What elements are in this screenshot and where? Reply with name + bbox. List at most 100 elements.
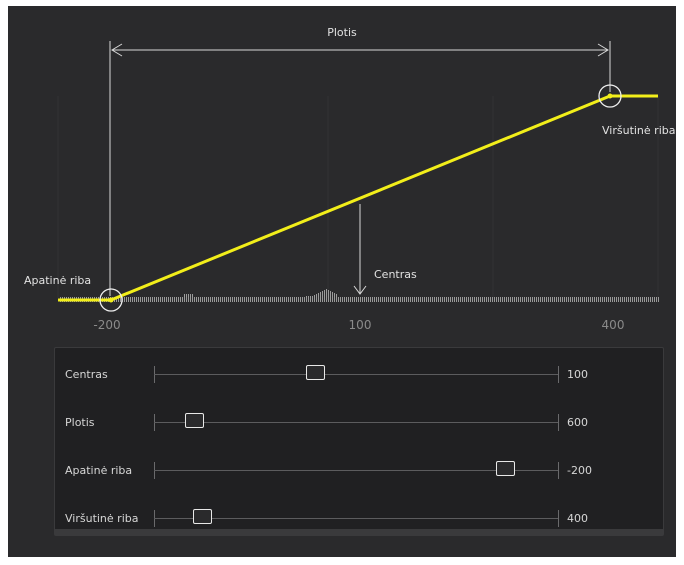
histogram-bar (148, 297, 149, 302)
histogram-bar (128, 297, 129, 302)
histogram-bar (178, 297, 179, 302)
width-slider-track[interactable] (154, 422, 558, 423)
histogram-bar (572, 297, 573, 302)
histogram-bar (638, 297, 639, 302)
histogram-bar (210, 297, 211, 302)
histogram-bar (636, 297, 637, 302)
histogram-bar (622, 297, 623, 302)
histogram-bar (406, 297, 407, 302)
histogram-bar (468, 297, 469, 302)
histogram-bar (392, 297, 393, 302)
histogram-bar (534, 297, 535, 302)
histogram-bar (462, 297, 463, 302)
histogram-bar (158, 297, 159, 302)
histogram-bar (464, 297, 465, 302)
histogram-bar (336, 294, 337, 302)
histogram-bar (182, 297, 183, 302)
histogram-bar (172, 297, 173, 302)
histogram-bar (224, 297, 225, 302)
center-slider-track[interactable] (154, 374, 558, 375)
histogram-bar (354, 297, 355, 302)
histogram-bar (416, 297, 417, 302)
histogram-bar (386, 297, 387, 302)
histogram-bar (200, 297, 201, 302)
histogram-bar (350, 297, 351, 302)
histogram-bar (472, 297, 473, 302)
histogram-bar (194, 297, 195, 302)
histogram-bar (282, 297, 283, 302)
histogram-bar (280, 297, 281, 302)
histogram-bar (444, 297, 445, 302)
histogram-bar (606, 297, 607, 302)
histogram-bar (374, 297, 375, 302)
histogram-bar (390, 297, 391, 302)
histogram-bar (432, 297, 433, 302)
slider-row-lower-bound: Apatinė riba -200 (55, 456, 663, 486)
center-slider-thumb[interactable] (306, 365, 326, 380)
histogram-bar (328, 290, 329, 302)
histogram-bar (482, 297, 483, 302)
histogram-bar (560, 297, 561, 302)
histogram-bar (436, 297, 437, 302)
histogram-bar (528, 297, 529, 302)
controls-panel: Centras 100 Plotis 600 Apatinė riba -200… (54, 347, 664, 536)
width-slider-thumb[interactable] (184, 413, 204, 428)
histogram-bar (568, 297, 569, 302)
histogram-bar (226, 297, 227, 302)
histogram-bar (532, 297, 533, 302)
histogram-bar (420, 297, 421, 302)
upper-bound-dot (607, 93, 613, 99)
histogram-bar (362, 297, 363, 302)
histogram-bar (358, 297, 359, 302)
slider-label: Apatinė riba (65, 464, 133, 477)
histogram-bar (558, 297, 559, 302)
histogram-bar (500, 297, 501, 302)
histogram-bar (322, 291, 323, 302)
upper-bound-slider-thumb[interactable] (192, 509, 212, 524)
histogram-bar (206, 297, 207, 302)
histogram-bar (394, 297, 395, 302)
histogram-bar (378, 297, 379, 302)
histogram-bar (506, 297, 507, 302)
histogram-bar (428, 297, 429, 302)
histogram-bar (648, 297, 649, 302)
histogram-bar (430, 297, 431, 302)
histogram-bar (364, 297, 365, 302)
histogram-bar (288, 297, 289, 302)
histogram-bar (192, 294, 193, 302)
histogram-bar (240, 297, 241, 302)
histogram-bar (654, 297, 655, 302)
histogram-bar (440, 297, 441, 302)
x-tick-label: 100 (349, 318, 372, 332)
slider-end-cap (558, 414, 559, 431)
histogram-bar (348, 297, 349, 302)
x-tick-label: 400 (602, 318, 625, 332)
histogram-bar (574, 297, 575, 302)
upper-bound-slider-track[interactable] (154, 518, 558, 519)
histogram-bar (414, 297, 415, 302)
histogram-bar (498, 297, 499, 302)
histogram-bar (356, 297, 357, 302)
histogram-bar (570, 297, 571, 302)
histogram-bar (594, 297, 595, 302)
histogram-bar (434, 297, 435, 302)
histogram-bar (188, 294, 189, 302)
histogram-bar (250, 297, 251, 302)
histogram-bar (658, 297, 659, 302)
histogram-bar (156, 297, 157, 302)
histogram-bar (542, 297, 543, 302)
histogram-bar (578, 297, 579, 302)
histogram-bar (220, 297, 221, 302)
histogram-bar (242, 297, 243, 302)
lower-bound-slider-thumb[interactable] (495, 461, 515, 476)
histogram-bar (272, 297, 273, 302)
histogram-bar (324, 290, 325, 302)
histogram-bar (474, 297, 475, 302)
slider-label: Plotis (65, 416, 95, 429)
histogram-bar (184, 294, 185, 302)
histogram-bar (130, 297, 131, 302)
histogram-bar (176, 297, 177, 302)
histogram-bar (316, 294, 317, 302)
slider-row-center: Centras 100 (55, 360, 663, 390)
histogram-bar (556, 297, 557, 302)
